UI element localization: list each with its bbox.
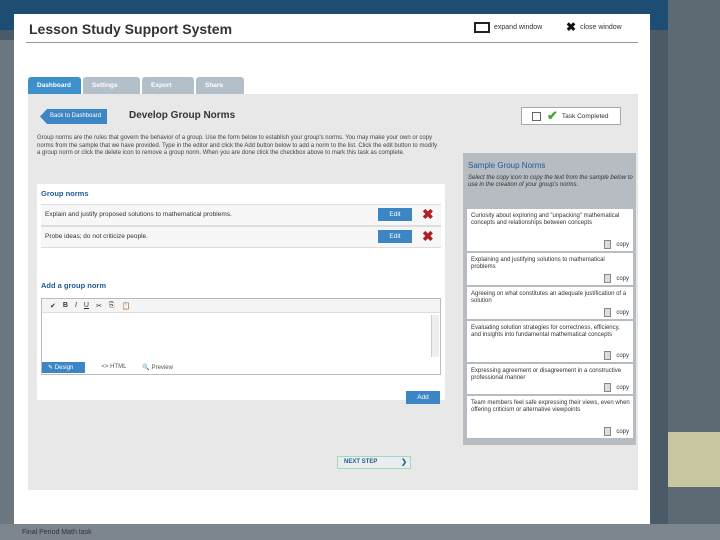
next-step-label: NEXT STEP (344, 459, 378, 465)
norm-editor: ✔ B I U ✂ ⎘ 📋 ✎ Design <> HTML 🔍 Preview (41, 298, 441, 375)
norm-text-area[interactable] (44, 315, 429, 357)
norm-text: Explain and justify proposed solutions t… (45, 211, 232, 218)
add-norm-heading: Add a group norm (41, 281, 106, 290)
copy-label: copy (616, 384, 629, 391)
close-window-label: close window (580, 23, 622, 31)
italic-icon[interactable]: I (75, 302, 77, 309)
checkmark-icon: ✔ (547, 108, 558, 123)
copy-label: copy (616, 352, 629, 359)
sample-norm-item: Team members feel safe expressing their … (467, 396, 633, 438)
preview-mode-tab[interactable]: 🔍 Preview (142, 364, 172, 371)
editor-mode-tabs: ✎ Design <> HTML 🔍 Preview (42, 360, 440, 374)
copy-button[interactable]: copy (604, 308, 629, 317)
sample-norms-heading: Sample Group Norms (468, 161, 546, 170)
copy-icon (604, 351, 612, 360)
preview-mode-label: Preview (151, 364, 173, 371)
window-title: Lesson Study Support System (29, 21, 233, 37)
sample-norm-text: Agreeing on what constitutes an adequate… (471, 291, 627, 304)
sample-norm-item: Evaluating solution strategies for corre… (467, 321, 633, 362)
sample-norm-text: Explaining and justifying solutions to m… (471, 257, 605, 270)
copy-button[interactable]: copy (604, 240, 629, 249)
norm-row: Probe ideas; do not criticize people. Ed… (41, 226, 441, 248)
design-mode-tab[interactable]: ✎ Design (42, 361, 86, 373)
background-tan-block (668, 432, 720, 487)
tab-dashboard[interactable]: Dashboard (28, 77, 81, 94)
editor-toolbar: ✔ B I U ✂ ⎘ 📋 (42, 299, 440, 313)
group-norms-panel: Group norms Explain and justify proposed… (37, 184, 445, 404)
html-mode-label: HTML (110, 364, 127, 370)
paste-icon[interactable]: 📋 (121, 302, 130, 310)
copy-button[interactable]: copy (604, 351, 629, 360)
sample-norm-item: Curiosity about exploring and "unpacking… (467, 209, 633, 251)
copy-label: copy (616, 241, 629, 248)
close-window-button[interactable]: ✖ close window (566, 20, 622, 34)
task-completed-box: ✔ Task Completed (521, 107, 621, 125)
copy-icon (604, 274, 612, 283)
spellcheck-icon[interactable]: ✔ (50, 302, 56, 310)
sample-norm-item: Expressing agreement or disagreement in … (467, 364, 633, 394)
next-step-button[interactable]: NEXT STEP ❯ (337, 456, 411, 469)
modal-window: Lesson Study Support System expand windo… (14, 14, 650, 524)
sample-norm-item: Agreeing on what constitutes an adequate… (467, 287, 633, 319)
background-left-strip (0, 40, 14, 540)
sample-norm-text: Team members feel safe expressing their … (471, 400, 630, 413)
editor-scrollbar[interactable] (431, 315, 439, 357)
close-icon: ✖ (566, 20, 577, 34)
copy-button[interactable]: copy (604, 427, 629, 436)
expand-window-label: expand window (494, 24, 543, 31)
tab-share[interactable]: Share (196, 77, 244, 94)
expand-icon (474, 22, 490, 33)
sample-norm-item: Explaining and justifying solutions to m… (467, 253, 633, 285)
delete-icon[interactable]: ✖ (422, 206, 434, 222)
instructions-text: Group norms are the rules that govern th… (37, 135, 438, 157)
copy-icon (604, 427, 612, 436)
task-completed-label: Task Completed (561, 112, 609, 120)
copy-button[interactable]: copy (604, 274, 629, 283)
copy-label: copy (616, 309, 629, 316)
copy-button[interactable]: copy (604, 383, 629, 392)
copy-icon[interactable]: ⎘ (109, 302, 115, 310)
group-norms-heading: Group norms (41, 189, 89, 198)
background-bottom-text: Final Period Math task (22, 529, 92, 536)
delete-icon[interactable]: ✖ (422, 228, 434, 244)
chevron-right-icon: ❯ (401, 459, 407, 466)
copy-icon (604, 383, 612, 392)
norm-text: Probe ideas; do not criticize people. (45, 233, 148, 240)
cut-icon[interactable]: ✂ (96, 302, 102, 310)
edit-norm-button[interactable]: Edit (378, 230, 412, 243)
sample-norm-text: Expressing agreement or disagreement in … (471, 368, 622, 381)
copy-label: copy (616, 428, 629, 435)
sample-norm-text: Evaluating solution strategies for corre… (471, 325, 620, 338)
html-mode-tab[interactable]: <> HTML (101, 364, 126, 370)
bold-icon[interactable]: B (63, 302, 68, 309)
sample-norms-description: Select the copy icon to copy the text fr… (468, 175, 633, 188)
add-norm-button[interactable]: Add (406, 391, 440, 404)
task-completed-checkbox[interactable] (532, 111, 541, 121)
sample-norms-panel: Sample Group Norms Select the copy icon … (463, 153, 636, 445)
tab-export[interactable]: Export (142, 77, 194, 94)
background-bottom-bar (0, 524, 720, 540)
tab-settings[interactable]: Settings (83, 77, 140, 94)
design-mode-label: Design (54, 364, 74, 371)
back-to-dashboard-button[interactable]: Back to Dashboard (40, 109, 108, 124)
page-title: Develop Group Norms (129, 110, 236, 121)
copy-icon (604, 240, 612, 249)
title-divider (26, 42, 638, 43)
expand-window-button[interactable]: expand window (474, 22, 542, 33)
tab-bar: Dashboard Settings Export Share (28, 77, 246, 94)
underline-icon[interactable]: U (84, 302, 89, 309)
sample-norm-text: Curiosity about exploring and "unpacking… (471, 213, 620, 226)
edit-norm-button[interactable]: Edit (378, 208, 412, 221)
copy-label: copy (616, 275, 629, 282)
norm-row: Explain and justify proposed solutions t… (41, 204, 441, 226)
copy-icon (604, 308, 612, 317)
